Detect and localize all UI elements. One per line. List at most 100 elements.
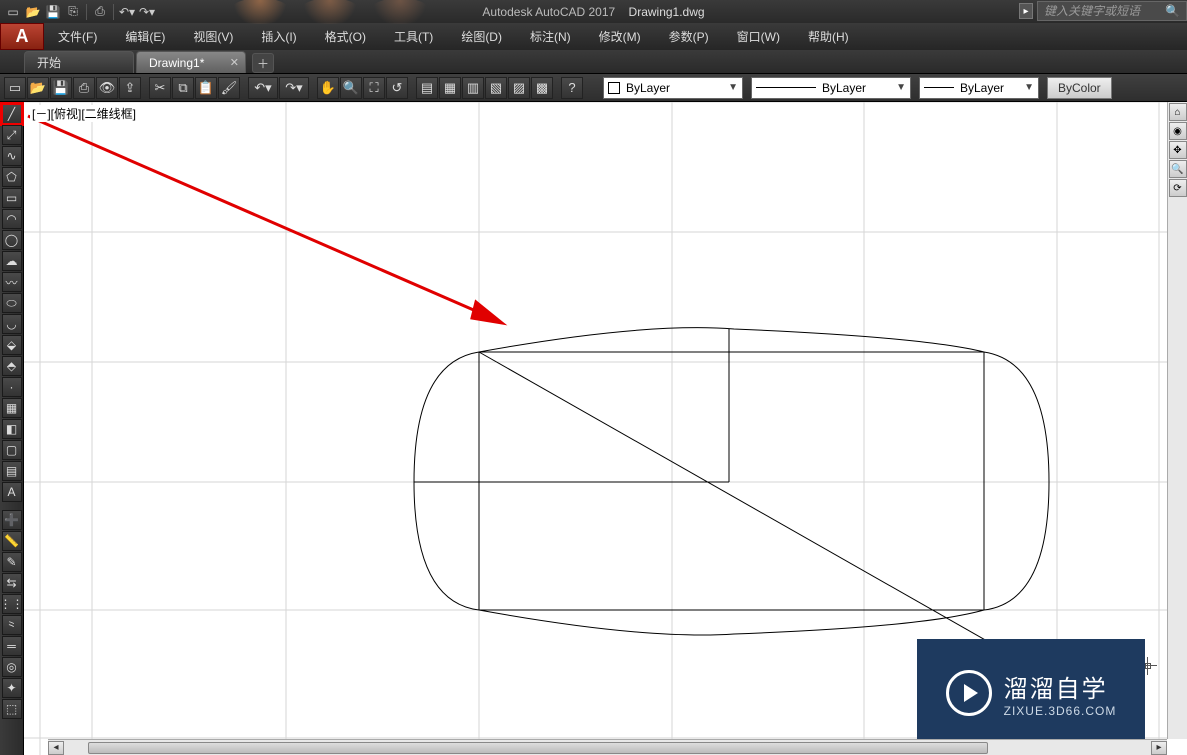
align-tool[interactable]: ⇆ [2, 573, 22, 593]
lineweight-dropdown[interactable]: ByLayer ▼ [919, 77, 1039, 99]
plot-icon[interactable]: ⎙ [73, 77, 95, 99]
construction-line-tool[interactable]: ⤢ [2, 125, 22, 145]
pan-nav-icon[interactable]: ✥ [1169, 141, 1187, 159]
viewport-label-text: [－][俯视][二维线框] [32, 107, 136, 121]
help-icon[interactable]: ? [561, 77, 583, 99]
copy-icon[interactable]: ⧉ [172, 77, 194, 99]
menu-view[interactable]: 视图(V) [179, 23, 247, 50]
menu-modify[interactable]: 修改(M) [585, 23, 655, 50]
pan-icon[interactable]: ✋ [317, 77, 339, 99]
open-icon[interactable]: 📂 [24, 3, 42, 21]
gradient-tool[interactable]: ◧ [2, 419, 22, 439]
cut-icon[interactable]: ✂ [149, 77, 171, 99]
lineweight-value: ByLayer [960, 81, 1004, 95]
menu-tools[interactable]: 工具(T) [380, 23, 447, 50]
zoom-nav-icon[interactable]: 🔍 [1169, 160, 1187, 178]
menu-dimension[interactable]: 标注(N) [516, 23, 585, 50]
make-block-tool[interactable]: ⬘ [2, 356, 22, 376]
addselected-tool[interactable]: ➕ [2, 510, 22, 530]
orbit-nav-icon[interactable]: ⟳ [1169, 179, 1187, 197]
layer-color-dropdown[interactable]: ByLayer ▼ [603, 77, 743, 99]
menu-insert[interactable]: 插入(I) [247, 23, 310, 50]
infocenter-toggle-icon[interactable]: ▸ [1019, 3, 1033, 19]
array-tool[interactable]: ⋮⋮ [2, 594, 22, 614]
table-tool[interactable]: ▤ [2, 461, 22, 481]
qcalc-icon[interactable]: ▩ [531, 77, 553, 99]
menu-edit[interactable]: 编辑(E) [111, 23, 179, 50]
rectangle-tool[interactable]: ▭ [2, 188, 22, 208]
hatch-tool[interactable]: ▦ [2, 398, 22, 418]
linetype-dropdown[interactable]: ByLayer ▼ [751, 77, 911, 99]
scroll-left-icon[interactable]: ◂ [48, 741, 64, 755]
tool-palettes-icon[interactable]: ▥ [462, 77, 484, 99]
plotstyle-button[interactable]: ByColor [1047, 77, 1112, 99]
save-icon[interactable]: 💾 [44, 3, 62, 21]
nav-wheel-icon[interactable]: ◉ [1169, 122, 1187, 140]
publish-icon[interactable]: ⇪ [119, 77, 141, 99]
menu-help[interactable]: 帮助(H) [794, 23, 863, 50]
donut-tool[interactable]: ◎ [2, 657, 22, 677]
tab-drawing1[interactable]: Drawing1* ✕ [136, 51, 246, 73]
vertical-scrollbar[interactable]: ⌂ ◉ ✥ 🔍 ⟳ [1167, 102, 1187, 739]
search-icon[interactable]: 🔍 [1165, 2, 1180, 20]
drawing-canvas[interactable]: [－][俯视][二维线框] 溜溜自学 ZIXUE.3D66.COM ⌂ ◉ ✥ … [24, 102, 1187, 755]
close-tab-icon[interactable]: ✕ [230, 56, 239, 69]
sketch-tool[interactable]: ✎ [2, 552, 22, 572]
menu-window[interactable]: 窗口(W) [723, 23, 794, 50]
match-properties-icon[interactable]: 🖌 [218, 77, 240, 99]
polygon-tool[interactable]: ⬠ [2, 167, 22, 187]
insert-block-tool[interactable]: ⬙ [2, 335, 22, 355]
menu-parametric[interactable]: 参数(P) [655, 23, 723, 50]
menu-format[interactable]: 格式(O) [311, 23, 380, 50]
zoom-window-icon[interactable]: ⛶ [363, 77, 385, 99]
spline-tool[interactable]: 〰 [2, 272, 22, 292]
menu-file[interactable]: 文件(F) [44, 23, 111, 50]
point-tool[interactable]: · [2, 377, 22, 397]
redo-icon[interactable]: ↷▾ [138, 3, 156, 21]
undo-icon[interactable]: ↶▾ [248, 77, 278, 99]
layer-color-value: ByLayer [626, 81, 670, 95]
play-icon [946, 670, 992, 716]
line-tool[interactable]: ╱ [2, 104, 22, 124]
polyline-tool[interactable]: ∿ [2, 146, 22, 166]
sheetset-icon[interactable]: ▧ [485, 77, 507, 99]
arc-tool[interactable]: ◠ [2, 209, 22, 229]
properties-icon[interactable]: ▤ [416, 77, 438, 99]
menu-draw[interactable]: 绘图(D) [447, 23, 516, 50]
redo-icon[interactable]: ↷▾ [279, 77, 309, 99]
multiline-tool[interactable]: ═ [2, 636, 22, 656]
plot-preview-icon[interactable]: 👁 [96, 77, 118, 99]
design-center-icon[interactable]: ▦ [439, 77, 461, 99]
text-tool[interactable]: A [2, 482, 22, 502]
viewport-label[interactable]: [－][俯视][二维线框] [30, 105, 138, 122]
point-style-tool[interactable]: ✦ [2, 678, 22, 698]
paste-icon[interactable]: 📋 [195, 77, 217, 99]
markup-icon[interactable]: ▨ [508, 77, 530, 99]
new-icon[interactable]: ▭ [4, 77, 26, 99]
draw-toolbar: ╱ ⤢ ∿ ⬠ ▭ ◠ ◯ ☁ 〰 ⬭ ◡ ⬙ ⬘ · ▦ ◧ ▢ ▤ A ➕ … [0, 102, 24, 755]
ellipse-tool[interactable]: ⬭ [2, 293, 22, 313]
save-icon[interactable]: 💾 [50, 77, 72, 99]
scroll-right-icon[interactable]: ▸ [1151, 741, 1167, 755]
wipeout-tool[interactable]: ⬚ [2, 699, 22, 719]
app-logo[interactable]: A [0, 23, 44, 50]
horizontal-scrollbar[interactable]: ◂ ▸ [48, 739, 1167, 755]
search-input[interactable]: 键入关键字或短语 🔍 [1037, 1, 1187, 21]
saveas-icon[interactable]: ⎘ [64, 3, 82, 21]
tab-start[interactable]: 开始 [24, 51, 134, 73]
measure-tool[interactable]: 📏 [2, 531, 22, 551]
scroll-thumb[interactable] [88, 742, 988, 754]
viewcube-home-icon[interactable]: ⌂ [1169, 103, 1187, 121]
ellipse-arc-tool[interactable]: ◡ [2, 314, 22, 334]
revision-cloud-tool[interactable]: ☁ [2, 251, 22, 271]
open-icon[interactable]: 📂 [27, 77, 49, 99]
plot-icon[interactable]: ⎙ [91, 3, 109, 21]
region-tool[interactable]: ▢ [2, 440, 22, 460]
circle-tool[interactable]: ◯ [2, 230, 22, 250]
zoom-previous-icon[interactable]: ↺ [386, 77, 408, 99]
zoom-realtime-icon[interactable]: 🔍 [340, 77, 362, 99]
new-icon[interactable]: ▭ [4, 3, 22, 21]
undo-icon[interactable]: ↶▾ [118, 3, 136, 21]
polyline-edit-tool[interactable]: ⺀ [2, 615, 22, 635]
new-tab-button[interactable]: ＋ [252, 53, 274, 73]
